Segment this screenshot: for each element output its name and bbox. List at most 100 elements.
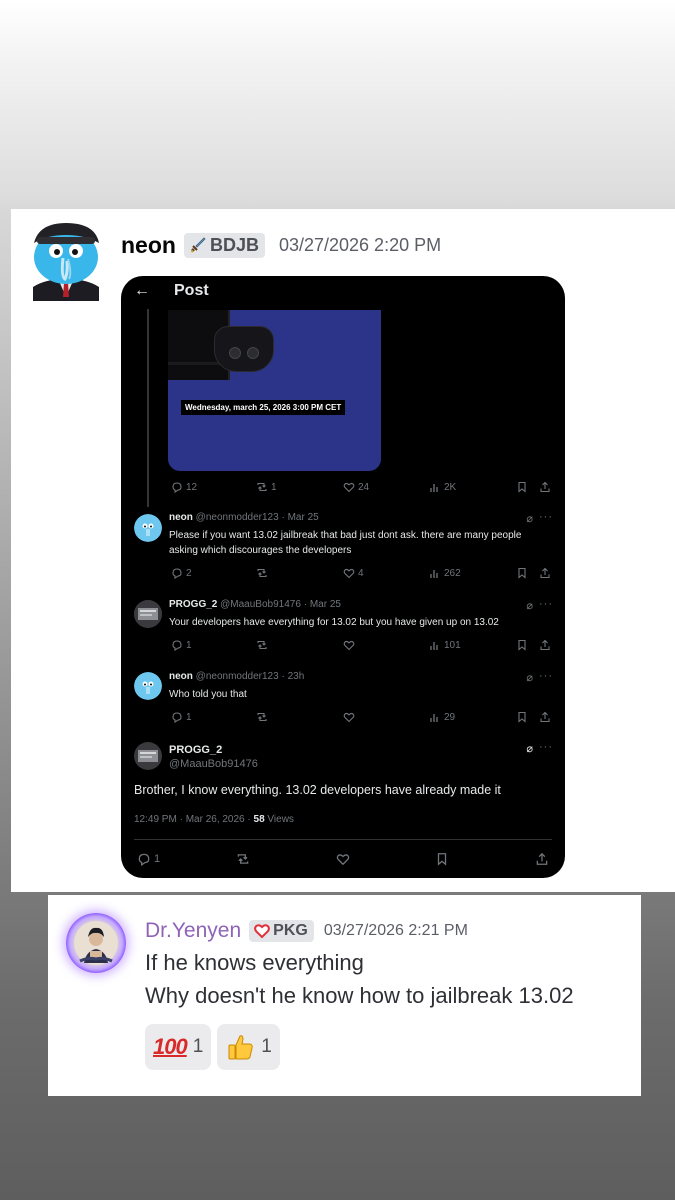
tweet-author-name[interactable]: neon <box>169 512 193 523</box>
role-tag-label: BDJB <box>209 234 259 255</box>
share-action[interactable] <box>539 711 551 723</box>
like-action[interactable]: 4 <box>343 567 364 579</box>
views-icon <box>430 642 438 650</box>
role-tag[interactable]: BDJB <box>183 232 265 258</box>
tweet-author-name[interactable]: PROGG_2 <box>169 744 222 756</box>
tweet-avatar-progg[interactable] <box>134 742 162 770</box>
tweet-author-handle[interactable]: @MaauBob91476 <box>169 758 258 770</box>
reply-icon <box>172 568 182 579</box>
like-action[interactable] <box>336 852 350 866</box>
main-tweet-time[interactable]: 12:49 PM · Mar 26, 2026 · <box>134 814 254 825</box>
back-arrow-icon[interactable]: ← <box>134 282 150 300</box>
share-action[interactable] <box>539 481 551 493</box>
heart-icon <box>343 640 355 651</box>
post-media-image[interactable]: Wednesday, march 25, 2026 3:00 PM CET <box>168 310 381 471</box>
like-action[interactable] <box>343 639 355 651</box>
tweet-avatar-progg[interactable] <box>134 600 162 628</box>
views-action[interactable]: 2K <box>429 481 456 493</box>
views-action[interactable]: 262 <box>429 567 461 579</box>
more-icon[interactable]: ··· <box>539 741 553 753</box>
message-line-1: If he knows everything <box>145 950 364 975</box>
reply-action[interactable]: 1 <box>137 852 160 866</box>
reaction-count: 1 <box>192 1036 204 1057</box>
reaction-hundred-points[interactable]: 100 1 <box>145 1024 212 1070</box>
views-count: 2K <box>444 481 457 493</box>
reply-action[interactable]: 1 <box>171 711 192 723</box>
tweet-author-handle[interactable]: @neonmodder123 <box>196 671 279 682</box>
grok-icon[interactable]: ⌀ <box>526 671 533 684</box>
message-dryenyen: Dr.Yenyen PKG 03/27/2026 2:21 PM If he k… <box>48 895 641 1096</box>
message-header: neon BDJB 03/27/2026 2:20 PM <box>121 229 441 261</box>
reply-count: 2 <box>186 567 192 579</box>
like-action[interactable] <box>343 711 355 723</box>
divider <box>134 839 552 840</box>
bookmark-icon <box>518 567 526 579</box>
tweet-author-name[interactable]: neon <box>169 671 193 682</box>
tweet-time[interactable]: Mar 25 <box>310 599 341 610</box>
avatar-dryenyen[interactable] <box>66 913 126 973</box>
tweet-author-handle[interactable]: @MaauBob91476 <box>220 599 301 610</box>
heart-icon <box>343 712 355 723</box>
grok-icon[interactable]: ⌀ <box>526 599 533 612</box>
tweet-author-handle[interactable]: @neonmodder123 <box>196 512 279 523</box>
grok-icon[interactable]: ⌀ <box>526 742 533 755</box>
tweet-header: PROGG_2 @MaauBob91476 · Mar 25 <box>169 599 341 610</box>
tweet-avatar-neon[interactable] <box>134 514 162 542</box>
thread-line <box>147 309 149 507</box>
views-icon <box>430 714 438 722</box>
share-action[interactable] <box>539 639 551 651</box>
post-header: ← Post <box>121 276 565 309</box>
main-tweet-meta: 12:49 PM · Mar 26, 2026 · 58 Views <box>134 814 294 825</box>
bookmark-action[interactable] <box>435 852 449 866</box>
username[interactable]: neon <box>121 232 176 259</box>
avatar-neon[interactable] <box>25 221 107 301</box>
reply-action[interactable]: 12 <box>171 481 197 493</box>
grok-icon[interactable]: ⌀ <box>526 512 533 525</box>
views-action[interactable]: 29 <box>429 711 455 723</box>
share-icon <box>540 711 550 723</box>
repost-action[interactable] <box>256 567 268 579</box>
bookmark-action[interactable] <box>516 711 528 723</box>
reactions-bar: 100 1 1 <box>145 1024 280 1070</box>
bookmark-action[interactable] <box>516 567 528 579</box>
repost-action[interactable] <box>256 639 268 651</box>
tweet-time[interactable]: 23h <box>288 671 305 682</box>
post-title: Post <box>174 282 209 299</box>
tweet-avatar-neon[interactable] <box>134 672 162 700</box>
avatar-neon-image <box>25 221 107 301</box>
repost-action[interactable] <box>236 852 250 866</box>
heart-icon <box>336 854 350 866</box>
share-action[interactable] <box>535 852 549 866</box>
username[interactable]: Dr.Yenyen <box>145 919 241 943</box>
more-icon[interactable]: ··· <box>539 598 553 610</box>
role-tag-label: PKG <box>273 922 308 939</box>
repost-action[interactable] <box>256 711 268 723</box>
reply-action[interactable]: 2 <box>171 567 192 579</box>
more-icon[interactable]: ··· <box>539 511 553 523</box>
repost-icon <box>237 854 249 864</box>
bookmark-icon <box>518 481 526 493</box>
reaction-thumbs-up[interactable]: 1 <box>217 1024 280 1070</box>
tweet-author-name[interactable]: PROGG_2 <box>169 599 217 610</box>
tweet-text: Who told you that <box>169 689 247 700</box>
reply2-action-bar: 1 101 <box>121 639 565 655</box>
tweet-time[interactable]: Mar 25 <box>288 512 319 523</box>
reaction-count: 1 <box>261 1036 272 1057</box>
bookmark-action[interactable] <box>516 481 528 493</box>
reply-action[interactable]: 1 <box>171 639 192 651</box>
tweet-time-sep: · <box>281 671 285 682</box>
views-action[interactable]: 101 <box>429 639 461 651</box>
heart-icon <box>254 924 271 939</box>
role-tag[interactable]: PKG <box>249 920 314 942</box>
repost-action[interactable]: 1 <box>256 481 277 493</box>
bookmark-action[interactable] <box>516 639 528 651</box>
reply-count: 1 <box>186 711 192 723</box>
like-action[interactable]: 24 <box>343 481 369 493</box>
reply-count: 1 <box>154 853 161 865</box>
more-icon[interactable]: ··· <box>539 670 553 682</box>
tweet-author-name-row: PROGG_2 <box>169 744 222 756</box>
tweet-header: neon @neonmodder123 · Mar 25 <box>169 512 319 523</box>
repost-icon <box>257 640 267 650</box>
share-action[interactable] <box>539 567 551 579</box>
post-screenshot[interactable]: ← Post Wednesday, march 25, 2026 3:00 PM… <box>121 276 565 878</box>
